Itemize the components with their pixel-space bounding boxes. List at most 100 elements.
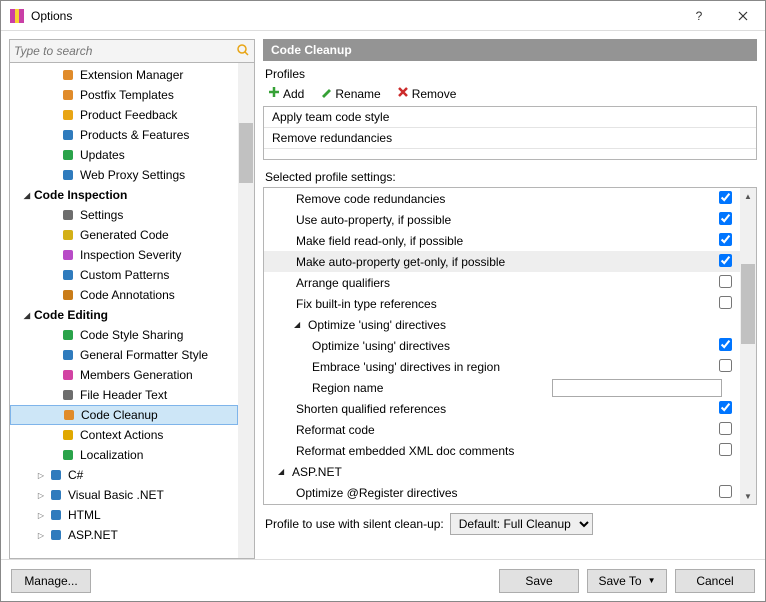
profile-list[interactable]: Apply team code styleRemove redundancies [263, 106, 757, 160]
scroll-down-icon[interactable]: ▼ [740, 488, 756, 504]
tree-item[interactable]: Code Annotations [10, 285, 238, 305]
cancel-button[interactable]: Cancel [675, 569, 755, 593]
settings-checkbox[interactable] [719, 359, 732, 372]
help-button[interactable]: ? [677, 1, 721, 30]
settings-checkbox[interactable] [719, 485, 732, 498]
settings-checkbox[interactable] [719, 338, 732, 351]
grid-icon [60, 267, 76, 283]
pencil-icon [320, 86, 332, 101]
remove-profile-button[interactable]: Remove [394, 85, 460, 102]
settings-checkbox[interactable] [719, 191, 732, 204]
tree-item-label: Settings [80, 208, 123, 222]
chevron-right-icon[interactable]: ▷ [36, 531, 46, 540]
chevron-right-icon[interactable]: ▷ [36, 491, 46, 500]
settings-checkbox[interactable] [719, 422, 732, 435]
search-box[interactable] [9, 39, 255, 63]
chevron-right-icon[interactable]: ▷ [36, 511, 46, 520]
close-button[interactable] [721, 1, 765, 30]
broom-icon [61, 407, 77, 423]
tree-item[interactable]: Generated Code [10, 225, 238, 245]
settings-row[interactable]: Make field read-only, if possible [264, 230, 740, 251]
silent-cleanup-row: Profile to use with silent clean-up: Def… [263, 505, 757, 543]
settings-group[interactable]: ◢Optimize 'using' directives [264, 314, 740, 335]
manage-button[interactable]: Manage... [11, 569, 91, 593]
tree-scrollbar[interactable] [238, 63, 254, 558]
settings-row[interactable]: Use auto-property, if possible [264, 209, 740, 230]
settings-row[interactable]: Make auto-property get-only, if possible [264, 251, 740, 272]
settings-row[interactable]: Reformat code [264, 419, 740, 440]
add-profile-button[interactable]: Add [265, 85, 307, 102]
tree-item[interactable]: Code Style Sharing [10, 325, 238, 345]
settings-checkbox[interactable] [719, 401, 732, 414]
tree-item[interactable]: Context Actions [10, 425, 238, 445]
panel-header: Code Cleanup [263, 39, 757, 61]
tree-item[interactable]: Products & Features [10, 125, 238, 145]
tree-item[interactable]: ▷HTML [10, 505, 238, 525]
tree-item[interactable]: ▷ ASP.NET [10, 525, 238, 545]
profile-option[interactable]: Apply team code style [264, 107, 756, 128]
settings-row[interactable]: Arrange qualifiers [264, 272, 740, 293]
tree-item[interactable]: Updates [10, 145, 238, 165]
settings-checkbox[interactable] [719, 275, 732, 288]
tree-item-label: ASP.NET [68, 528, 118, 542]
settings-row[interactable]: Region name [264, 377, 740, 398]
settings-row[interactable]: Embrace 'using' directives in region [264, 356, 740, 377]
scroll-up-icon[interactable]: ▲ [740, 188, 756, 204]
tree-item[interactable]: Custom Patterns [10, 265, 238, 285]
settings-row[interactable]: Reformat embedded XML doc comments [264, 440, 740, 461]
region-name-input[interactable] [552, 379, 722, 397]
tree-item[interactable]: Members Generation [10, 365, 238, 385]
settings-row[interactable]: Fix built-in type references [264, 293, 740, 314]
share-icon [60, 327, 76, 343]
add-label: Add [283, 87, 304, 101]
settings-row[interactable]: Remove code redundancies [264, 188, 740, 209]
chevron-right-icon[interactable]: ▷ [36, 471, 46, 480]
silent-cleanup-select[interactable]: Default: Full Cleanup [450, 513, 593, 535]
tree-item-label: Localization [80, 448, 143, 462]
titlebar: Options ? [1, 1, 765, 31]
silent-cleanup-label: Profile to use with silent clean-up: [265, 517, 444, 531]
tree-item[interactable]: Product Feedback [10, 105, 238, 125]
tree-item[interactable]: Extension Manager [10, 65, 238, 85]
settings-checkbox[interactable] [719, 443, 732, 456]
tree-item-label: Inspection Severity [80, 248, 181, 262]
options-tree[interactable]: Extension Manager Postfix Templates Produc… [10, 63, 238, 547]
tree-item-label: Postfix Templates [80, 88, 174, 102]
tree-item-label: Context Actions [80, 428, 163, 442]
tree-item[interactable]: Localization [10, 445, 238, 465]
profiles-toolbar: Add Rename Remove [263, 83, 757, 106]
plus-icon [268, 86, 280, 101]
tree-item[interactable]: Settings [10, 205, 238, 225]
tree-header[interactable]: ◢Code Inspection [10, 185, 238, 205]
tree-panel: Extension Manager Postfix Templates Produc… [9, 63, 255, 559]
tree-item[interactable]: ▷Visual Basic .NET [10, 485, 238, 505]
settings-row[interactable]: Optimize @Register directives [264, 482, 740, 503]
settings-checkbox[interactable] [719, 254, 732, 267]
tree-item[interactable]: Inspection Severity [10, 245, 238, 265]
settings-row[interactable]: Shorten qualified references [264, 398, 740, 419]
settings-checkbox[interactable] [719, 296, 732, 309]
tree-item[interactable]: File Header Text [10, 385, 238, 405]
profiles-section: Profiles Add Rename Remove Apply team co… [263, 61, 757, 164]
rename-profile-button[interactable]: Rename [317, 85, 383, 102]
tree-item[interactable]: Postfix Templates [10, 85, 238, 105]
tree-item[interactable]: ▷C# [10, 465, 238, 485]
settings-row-label: Embrace 'using' directives in region [310, 360, 710, 374]
tree-item[interactable]: Web Proxy Settings [10, 165, 238, 185]
settings-checkbox[interactable] [719, 212, 732, 225]
save-to-button[interactable]: Save To ▼ [587, 569, 667, 593]
mail-icon [60, 107, 76, 123]
tree-header[interactable]: ◢Code Editing [10, 305, 238, 325]
tree-item[interactable]: Code Cleanup [10, 405, 238, 425]
footer: Manage... Save Save To ▼ Cancel [1, 559, 765, 601]
profile-option[interactable]: Remove redundancies [264, 128, 756, 149]
search-input[interactable] [14, 44, 236, 58]
settings-scrollbar[interactable]: ▲ ▼ [740, 188, 756, 504]
tree-item[interactable]: General Formatter Style [10, 345, 238, 365]
settings-checkbox[interactable] [719, 233, 732, 246]
save-button[interactable]: Save [499, 569, 579, 593]
settings-group[interactable]: ◢ASP.NET [264, 461, 740, 482]
tree-item-label: Updates [80, 148, 125, 162]
settings-row[interactable]: Optimize 'using' directives [264, 335, 740, 356]
tmpl-icon [60, 87, 76, 103]
